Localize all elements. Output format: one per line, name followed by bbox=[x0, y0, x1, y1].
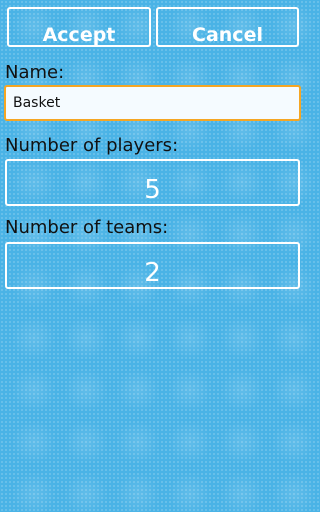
players-label: Number of players: bbox=[5, 135, 179, 156]
name-input[interactable] bbox=[4, 85, 301, 121]
name-label: Name: bbox=[5, 62, 65, 83]
accept-button-label: Accept bbox=[42, 24, 116, 46]
teams-label: Number of teams: bbox=[5, 217, 169, 238]
accept-button[interactable]: Accept bbox=[7, 7, 151, 47]
teams-count-value: 2 bbox=[144, 258, 161, 288]
players-count-value: 5 bbox=[144, 175, 161, 205]
players-count-button[interactable]: 5 bbox=[5, 159, 300, 206]
cancel-button-label: Cancel bbox=[192, 24, 263, 46]
teams-count-button[interactable]: 2 bbox=[5, 242, 300, 289]
cancel-button[interactable]: Cancel bbox=[156, 7, 299, 47]
